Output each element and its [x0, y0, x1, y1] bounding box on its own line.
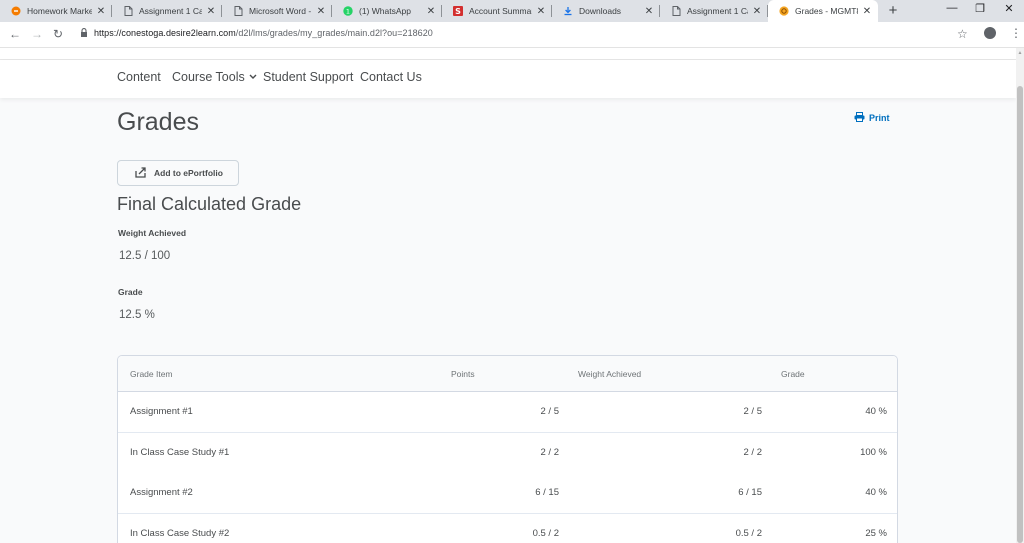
browser-tab[interactable]: Grades - MGMT82 ✕ — [768, 0, 878, 22]
grade-label: Grade — [118, 287, 143, 297]
forward-arrow-icon[interactable]: → — [30, 27, 44, 41]
document-icon — [671, 6, 681, 16]
weight-cell: 2 / 2 — [743, 446, 763, 458]
scrollbar-thumb[interactable] — [1017, 86, 1023, 543]
header-weight-achieved: Weight Achieved — [578, 369, 642, 379]
print-button[interactable]: Print — [854, 112, 890, 124]
tab-title: Grades - MGMT82 — [795, 6, 858, 16]
maximize-button[interactable]: ❐ — [973, 2, 987, 15]
reload-icon[interactable]: ↻ — [51, 27, 65, 41]
download-icon — [563, 6, 573, 16]
tab-title: Homework Market — [27, 6, 92, 16]
header-grade: Grade — [781, 369, 805, 379]
tab-close-icon[interactable]: ✕ — [316, 6, 326, 17]
window-close-button[interactable]: ✕ — [1002, 2, 1016, 15]
whatsapp-icon: 1 — [343, 6, 353, 16]
table-row: Assignment #1 2 / 5 2 / 5 40 % — [118, 392, 897, 433]
grade-cell: 100 % — [860, 446, 887, 458]
new-tab-button[interactable]: + — [886, 2, 900, 19]
tab-close-icon[interactable]: ✕ — [206, 6, 216, 17]
grade-cell: 40 % — [865, 406, 887, 417]
tab-close-icon[interactable]: ✕ — [96, 6, 106, 17]
weight-cell: 0.5 / 2 — [735, 528, 762, 540]
table-row: In Class Case Study #1 2 / 2 2 / 2 100 % — [118, 432, 897, 474]
eportfolio-icon — [135, 166, 154, 180]
s-brand-icon: S — [453, 6, 463, 16]
page-title: Grades — [117, 108, 199, 136]
address-bar-input[interactable]: https://conestoga.desire2learn.com/d2l/l… — [94, 28, 433, 38]
points-cell: 2 / 5 — [540, 406, 560, 417]
chevron-down-icon — [249, 72, 257, 82]
points-cell: 0.5 / 2 — [532, 528, 559, 540]
minimize-button[interactable]: — — [945, 2, 959, 14]
homework-market-icon — [11, 6, 21, 16]
browser-toolbar: ← → ↻ https://conestoga.desire2learn.com… — [0, 22, 1024, 48]
table-row: Assignment #2 6 / 15 6 / 15 40 % — [118, 473, 897, 515]
tab-title: Account Summary — [469, 6, 532, 16]
browser-tab[interactable]: Downloads ✕ — [552, 0, 660, 22]
weight-achieved-label: Weight Achieved — [118, 228, 187, 238]
browser-tab[interactable]: 1 (1) WhatsApp ✕ — [332, 0, 442, 22]
grade-item-name[interactable]: Assignment #2 — [130, 487, 193, 498]
page-content: Content Course Tools Student Support Con… — [0, 48, 1016, 543]
nav-contact-us[interactable]: Contact Us — [360, 70, 422, 84]
svg-text:S: S — [455, 7, 461, 16]
course-navbar: Content Course Tools Student Support Con… — [0, 60, 1016, 98]
d2l-icon — [779, 6, 789, 16]
header-points: Points — [451, 369, 475, 379]
grade-value: 12.5 % — [119, 309, 155, 321]
weight-achieved-value: 12.5 / 100 — [119, 250, 171, 262]
nav-content[interactable]: Content — [117, 70, 161, 84]
browser-tab[interactable]: Assignment 1 Case ✕ — [660, 0, 768, 22]
points-cell: 2 / 2 — [540, 446, 560, 458]
lock-icon — [80, 28, 88, 39]
add-to-eportfolio-button[interactable]: Add to ePortfolio — [117, 160, 239, 186]
table-header: Grade Item Points Weight Achieved Grade — [118, 356, 897, 392]
account-avatar-icon[interactable] — [984, 27, 996, 39]
back-arrow-icon[interactable]: ← — [8, 27, 22, 41]
tab-close-icon[interactable]: ✕ — [752, 6, 762, 17]
browser-tab[interactable]: Homework Market ✕ — [0, 0, 112, 22]
nav-student-support[interactable]: Student Support — [263, 70, 353, 84]
tab-close-icon[interactable]: ✕ — [644, 6, 654, 17]
tab-close-icon[interactable]: ✕ — [536, 6, 546, 17]
tab-close-icon[interactable]: ✕ — [426, 6, 436, 17]
print-label: Print — [869, 113, 890, 123]
tab-title: (1) WhatsApp — [359, 6, 411, 16]
svg-text:1: 1 — [346, 7, 350, 15]
grade-cell: 40 % — [865, 487, 887, 499]
tab-title: Assignment 1 Case — [139, 6, 202, 16]
browser-tab[interactable]: Microsoft Word - / ✕ — [222, 0, 332, 22]
browser-tab[interactable]: S Account Summary ✕ — [442, 0, 552, 22]
tab-title: Microsoft Word - / — [249, 6, 312, 16]
grade-item-name[interactable]: In Class Case Study #2 — [130, 528, 229, 539]
weight-cell: 2 / 5 — [743, 406, 763, 417]
nav-course-tools[interactable]: Course Tools — [172, 70, 257, 84]
header-grade-item: Grade Item — [130, 369, 173, 379]
tab-title: Assignment 1 Case — [687, 6, 748, 16]
grade-cell: 25 % — [865, 528, 887, 540]
tab-title: Downloads — [579, 6, 622, 16]
final-grade-heading: Final Calculated Grade — [117, 194, 302, 214]
nav-course-tools-label: Course Tools — [172, 70, 245, 84]
url-path: /d2l/lms/grades/my_grades/main.d2l?ou=21… — [235, 28, 433, 38]
printer-icon — [854, 112, 869, 124]
grade-item-name[interactable]: In Class Case Study #1 — [130, 447, 229, 458]
url-host: https://conestoga.desire2learn.com — [94, 28, 236, 38]
points-cell: 6 / 15 — [535, 487, 559, 499]
bookmark-star-icon[interactable]: ☆ — [957, 27, 968, 41]
header-band — [0, 48, 1016, 60]
grade-item-name[interactable]: Assignment #1 — [130, 406, 193, 417]
browser-menu-icon[interactable]: ⋮ — [1010, 26, 1022, 40]
table-row: In Class Case Study #2 0.5 / 2 0.5 / 2 25 % — [118, 514, 897, 543]
grades-table: Grade Item Points Weight Achieved Grade … — [117, 355, 898, 543]
document-icon — [123, 6, 133, 16]
eportfolio-label: Add to ePortfolio — [154, 168, 223, 178]
scroll-up-arrow-icon[interactable]: ▲ — [1016, 50, 1024, 56]
weight-cell: 6 / 15 — [738, 487, 762, 499]
browser-tab-strip: Homework Market✕Assignment 1 Case✕Micros… — [0, 0, 1024, 22]
document-icon — [233, 6, 243, 16]
tab-close-icon[interactable]: ✕ — [862, 6, 872, 17]
browser-tab[interactable]: Assignment 1 Case ✕ — [112, 0, 222, 22]
